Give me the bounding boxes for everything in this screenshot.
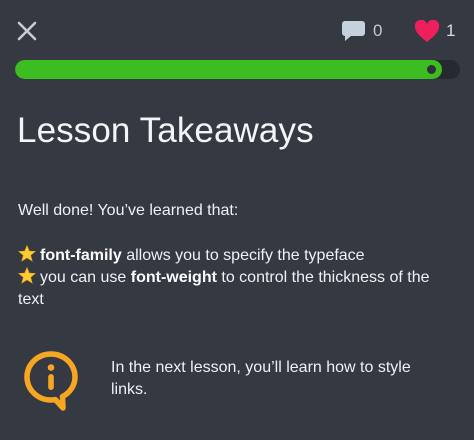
progress-fill [15, 60, 443, 79]
lives-count: 1 [446, 21, 456, 40]
takeaway-text: allows you to specify the typeface [121, 247, 365, 264]
comment-icon [342, 21, 365, 41]
code-term: font-family [40, 247, 122, 264]
close-button[interactable] [14, 18, 40, 44]
takeaway-item: you can use font-weight to control the t… [18, 267, 458, 311]
star-icon [18, 245, 36, 262]
takeaways-list: font-family allows you to specify the ty… [18, 245, 458, 311]
lesson-progress-bar [15, 60, 460, 79]
intro-text: Well done! You’ve learned that: [18, 202, 239, 219]
lives-counter[interactable]: 1 [414, 16, 455, 46]
next-lesson-text: In the next lesson, you’ll learn how to … [111, 359, 411, 398]
page-title: Lesson Takeaways [17, 111, 314, 150]
comments-counter[interactable]: 0 [341, 16, 382, 46]
heart-icon [414, 19, 440, 42]
takeaway-prefix: you can use [40, 269, 131, 286]
takeaway-item: font-family allows you to specify the ty… [18, 245, 458, 267]
star-icon [18, 267, 36, 284]
code-term: font-weight [130, 269, 217, 286]
close-icon [17, 21, 37, 41]
info-icon [24, 351, 78, 411]
comments-count: 0 [373, 21, 383, 40]
